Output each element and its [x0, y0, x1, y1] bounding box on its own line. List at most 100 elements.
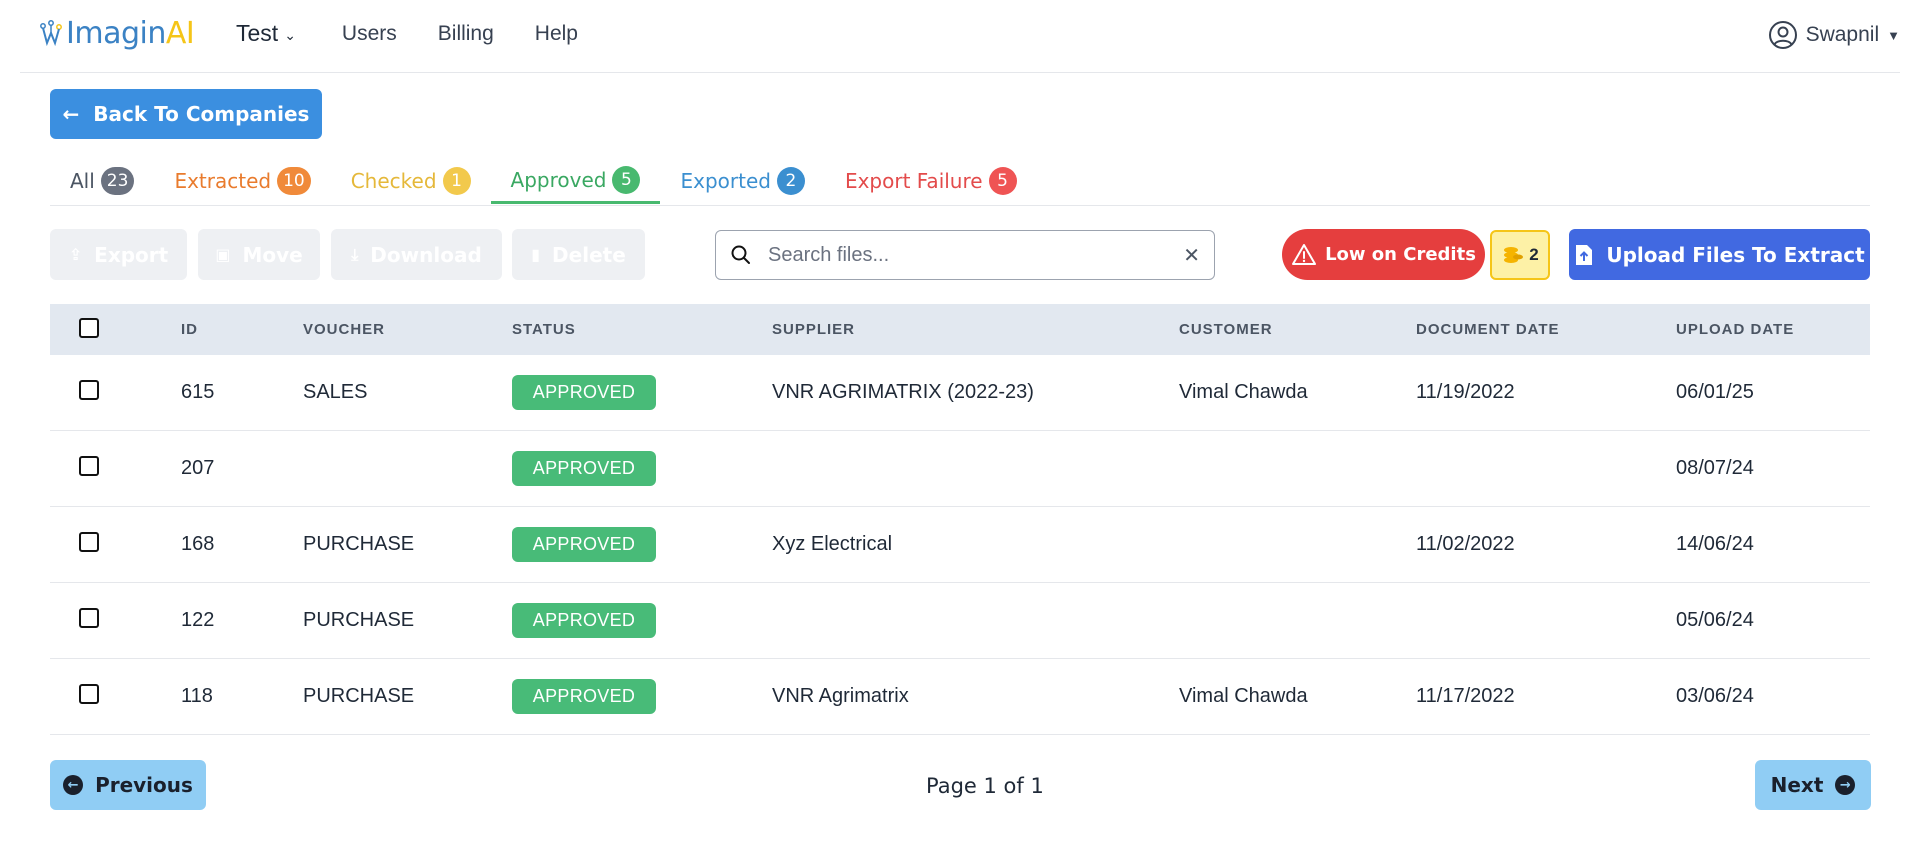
tab-export-failure[interactable]: Export Failure 5 — [825, 158, 1037, 204]
cell-id: 168 — [181, 533, 215, 555]
credit-balance[interactable]: 2 — [1490, 230, 1550, 280]
download-label: Download — [370, 242, 482, 267]
column-header-document-date[interactable]: DOCUMENT DATE — [1416, 321, 1676, 338]
select-all-cell — [50, 317, 181, 342]
cell-status: APPROVED — [512, 375, 772, 410]
cell-supplier: VNR AGRIMATRIX (2022-23) — [772, 381, 1034, 403]
table-row[interactable]: 118 PURCHASE APPROVED VNR Agrimatrix Vim… — [50, 659, 1870, 735]
user-avatar-icon — [1768, 21, 1797, 49]
search-input[interactable] — [768, 243, 1176, 267]
status-badge: APPROVED — [512, 375, 656, 410]
credit-count-value: 2 — [1529, 245, 1539, 264]
arrow-left-icon: ← — [62, 102, 80, 126]
cell-status: APPROVED — [512, 679, 772, 714]
delete-label: Delete — [552, 242, 626, 267]
tab-label: Exported — [680, 169, 771, 193]
user-menu[interactable]: Swapnil ▼ — [1768, 20, 1900, 50]
table-row[interactable]: 122 PURCHASE APPROVED 05/06/24 — [50, 583, 1870, 659]
status-badge: APPROVED — [512, 679, 656, 714]
upload-files-button[interactable]: Upload Files To Extract — [1569, 229, 1870, 280]
tab-label: Extracted — [174, 169, 272, 193]
coins-icon — [1504, 247, 1524, 263]
status-badge: APPROVED — [512, 451, 656, 486]
move-button[interactable]: ▣ Move — [198, 229, 320, 280]
brand-logo[interactable]: Imagin AI — [38, 16, 195, 51]
trash-icon: ▮ — [531, 245, 541, 264]
cell-upload-date: 14/06/24 — [1676, 533, 1754, 555]
row-select-cell — [50, 379, 181, 406]
select-all-checkbox[interactable] — [79, 317, 99, 338]
row-checkbox[interactable] — [79, 683, 99, 704]
back-button-label: Back To Companies — [93, 102, 310, 126]
row-select-cell — [50, 455, 181, 482]
delete-button[interactable]: ▮ Delete — [512, 229, 645, 280]
tab-exported[interactable]: Exported 2 — [660, 158, 824, 204]
top-navbar: Imagin AI Test ⌄ Users Billing Help Swapn… — [20, 0, 1900, 73]
cell-voucher: PURCHASE — [303, 533, 415, 555]
next-page-button[interactable]: Next → — [1755, 760, 1871, 810]
export-label: Export — [94, 242, 169, 267]
table-row[interactable]: 168 PURCHASE APPROVED Xyz Electrical 11/… — [50, 507, 1870, 583]
tab-count-badge: 2 — [776, 167, 805, 195]
cell-customer: Vimal Chawda — [1179, 381, 1308, 403]
previous-label: Previous — [95, 773, 193, 797]
warning-icon — [1292, 243, 1317, 265]
toolbar: ⇪ Export ▣ Move ⤓ Download ▮ Delete ✕ Lo… — [50, 229, 1870, 281]
tab-checked[interactable]: Checked 1 — [331, 158, 491, 204]
cell-status: APPROVED — [512, 527, 772, 562]
cell-document-date: 11/19/2022 — [1416, 381, 1515, 403]
tab-label: Checked — [350, 169, 437, 193]
column-header-upload-date[interactable]: UPLOAD DATE — [1676, 321, 1836, 338]
row-select-cell — [50, 683, 181, 710]
column-header-voucher[interactable]: VOUCHER — [303, 321, 512, 338]
cell-id: 207 — [181, 457, 215, 479]
table-row[interactable]: 615 SALES APPROVED VNR AGRIMATRIX (2022-… — [50, 355, 1870, 431]
company-name: Test — [236, 20, 279, 46]
back-to-companies-button[interactable]: ← Back To Companies — [50, 89, 322, 139]
page-indicator: Page 1 of 1 — [926, 774, 1044, 798]
nav-link-help[interactable]: Help — [535, 22, 578, 46]
download-button[interactable]: ⤓ Download — [331, 229, 502, 280]
caret-down-icon: ▼ — [1887, 27, 1900, 43]
low-credits-button[interactable]: Low on Credits — [1282, 229, 1485, 280]
export-button[interactable]: ⇪ Export — [50, 229, 187, 280]
tab-all[interactable]: All 23 — [50, 158, 154, 204]
column-header-customer[interactable]: CUSTOMER — [1179, 321, 1416, 338]
row-checkbox[interactable] — [79, 531, 99, 552]
low-credits-label: Low on Credits — [1325, 244, 1476, 265]
upload-label: Upload Files To Extract — [1606, 242, 1865, 267]
move-label: Move — [242, 242, 303, 267]
column-header-id[interactable]: ID — [181, 321, 303, 338]
search-icon — [731, 245, 750, 264]
status-badge: APPROVED — [512, 603, 656, 638]
file-upload-icon — [1576, 244, 1593, 265]
previous-page-button[interactable]: ← Previous — [50, 760, 206, 810]
user-name: Swapnil — [1805, 23, 1880, 46]
nav-link-users[interactable]: Users — [342, 22, 397, 46]
cell-voucher: PURCHASE — [303, 685, 415, 707]
clear-search-icon[interactable]: ✕ — [1183, 243, 1200, 268]
company-selector[interactable]: Test ⌄ — [236, 20, 296, 47]
cell-document-date: 11/02/2022 — [1416, 533, 1515, 555]
download-icon: ⤓ — [351, 244, 359, 264]
tab-count-badge: 23 — [100, 167, 135, 195]
tab-label: Export Failure — [844, 169, 983, 193]
tab-count-badge: 1 — [442, 167, 471, 195]
cell-upload-date: 03/06/24 — [1676, 685, 1754, 707]
cell-customer: Vimal Chawda — [1179, 685, 1308, 707]
tab-count-badge: 10 — [277, 167, 311, 195]
files-table: ID VOUCHER STATUS SUPPLIER CUSTOMER DOCU… — [50, 304, 1870, 735]
column-header-supplier[interactable]: SUPPLIER — [772, 321, 1179, 338]
row-checkbox[interactable] — [79, 607, 99, 628]
arrow-circle-left-icon: ← — [63, 775, 84, 795]
main-nav: Test ⌄ Users Billing Help — [236, 20, 619, 47]
tab-extracted[interactable]: Extracted 10 — [154, 158, 330, 204]
table-row[interactable]: 207 APPROVED 08/07/24 — [50, 431, 1870, 507]
row-checkbox[interactable] — [79, 455, 99, 476]
nav-link-billing[interactable]: Billing — [438, 22, 494, 46]
tab-approved[interactable]: Approved 5 — [490, 158, 661, 204]
column-header-status[interactable]: STATUS — [512, 321, 772, 338]
row-checkbox[interactable] — [79, 379, 99, 400]
brand-name-part1: Imagin — [66, 16, 166, 51]
cell-id: 118 — [181, 685, 213, 707]
